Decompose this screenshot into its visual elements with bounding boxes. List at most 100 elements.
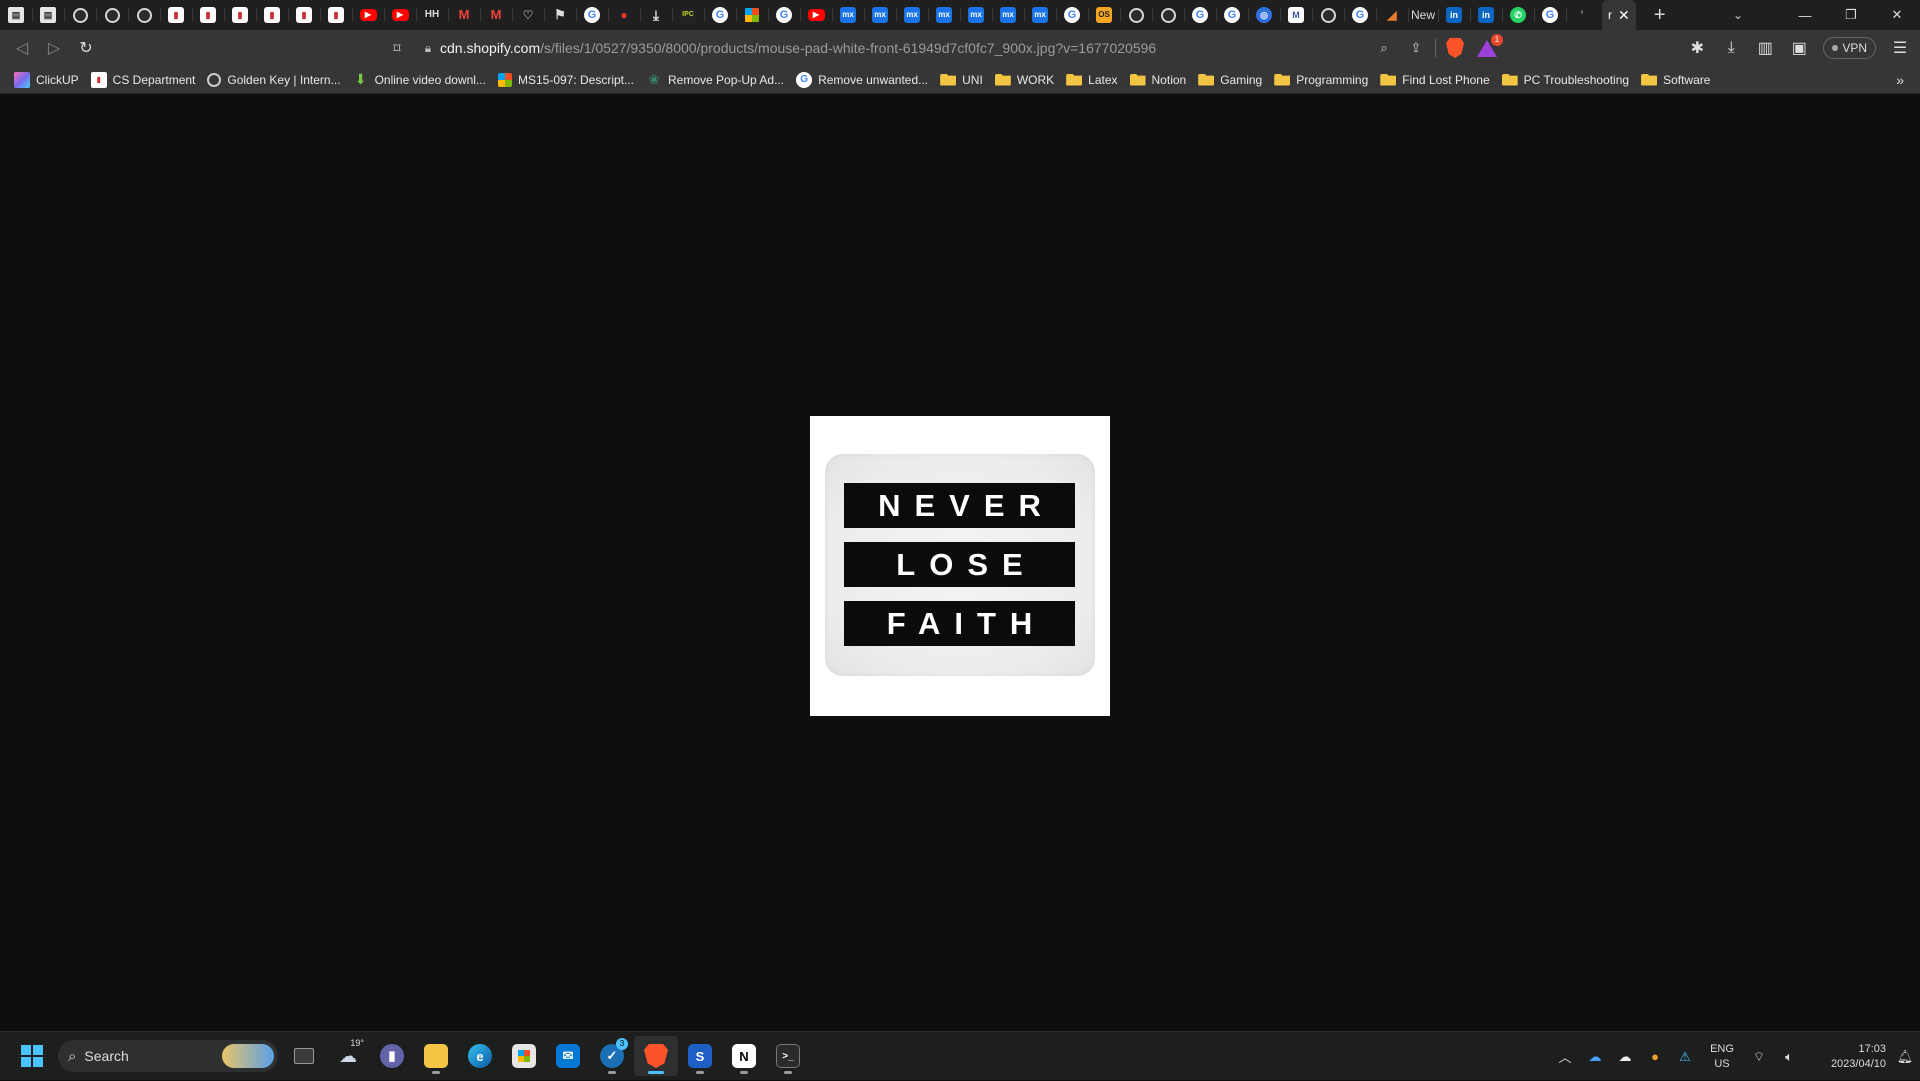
browser-tab[interactable]: M — [1280, 0, 1312, 30]
browser-tab[interactable]: mx — [832, 0, 864, 30]
browser-tab[interactable]: G — [576, 0, 608, 30]
browser-tab[interactable] — [128, 0, 160, 30]
bookmark-item[interactable]: G Remove unwanted... — [794, 68, 936, 92]
bookmark-item[interactable]: MS15-097: Descript... — [496, 68, 642, 92]
browser-tab[interactable] — [96, 0, 128, 30]
browser-tab[interactable]: IPC — [672, 0, 704, 30]
browser-tab[interactable]: in — [1438, 0, 1470, 30]
browser-tab[interactable]: mx — [928, 0, 960, 30]
file-explorer-button[interactable] — [414, 1036, 458, 1076]
close-tab-icon[interactable]: ✕ — [1618, 7, 1630, 24]
browser-tab[interactable]: ▤ — [32, 0, 64, 30]
browser-tab[interactable]: mx — [896, 0, 928, 30]
bookmark-item[interactable]: Golden Key | Intern... — [205, 68, 348, 92]
zoom-icon[interactable]: ⌕ — [1371, 35, 1397, 61]
store-button[interactable] — [502, 1036, 546, 1076]
wifi-icon[interactable]: ⌔ — [1744, 1037, 1774, 1077]
browser-tab[interactable]: ⚑ — [544, 0, 576, 30]
show-hidden-icons-chevron-icon[interactable]: ︿ — [1550, 1037, 1580, 1077]
back-button[interactable]: ◁ — [6, 32, 38, 64]
bookmark-item[interactable]: PC Troubleshooting — [1500, 68, 1637, 92]
volume-icon[interactable]: 🔈︎ — [1774, 1037, 1804, 1077]
taskbar-search[interactable]: ⌕ Search — [58, 1040, 278, 1072]
bookmark-item[interactable]: Find Lost Phone — [1378, 68, 1497, 92]
minimize-button[interactable]: — — [1782, 0, 1828, 30]
active-tab[interactable]: r ✕ — [1602, 0, 1636, 30]
browser-tab[interactable]: ♡ — [512, 0, 544, 30]
forward-button[interactable]: ▷ — [38, 32, 70, 64]
downloads-icon[interactable]: ⤓ — [1715, 32, 1747, 64]
bookmark-item[interactable]: Latex — [1064, 68, 1125, 92]
bookmark-item[interactable]: WORK — [993, 68, 1062, 92]
close-window-button[interactable]: ✕ — [1874, 0, 1920, 30]
browser-tab[interactable]: HH — [416, 0, 448, 30]
extensions-icon[interactable]: ✱ — [1681, 32, 1713, 64]
bookmark-item[interactable]: Programming — [1272, 68, 1376, 92]
sidebar-toggle-icon[interactable]: ▥ — [1749, 32, 1781, 64]
brave-rewards-icon[interactable]: 1 — [1474, 34, 1503, 61]
brave-button[interactable] — [634, 1036, 678, 1076]
more-bookmarks-chevron-icon[interactable]: » — [1896, 66, 1904, 94]
edge-button[interactable]: e — [458, 1036, 502, 1076]
bookmark-item[interactable]: Gaming — [1196, 68, 1270, 92]
browser-tab[interactable]: ◎ — [1248, 0, 1280, 30]
browser-tab[interactable]: OS — [1088, 0, 1120, 30]
windows-update-warning-icon[interactable]: ⚠ — [1670, 1037, 1700, 1077]
bookmark-item[interactable]: Notion — [1128, 68, 1195, 92]
bookmark-item[interactable]: ⬇ Online video downl... — [351, 68, 494, 92]
browser-tab[interactable]: ✆ — [1502, 0, 1534, 30]
bookmark-item[interactable]: ClickUP — [12, 68, 87, 92]
browser-tab[interactable]: in — [1470, 0, 1502, 30]
bookmark-page-icon[interactable]: ⌑ — [383, 32, 411, 64]
browser-tab[interactable] — [64, 0, 96, 30]
browser-tab[interactable]: ▮ — [256, 0, 288, 30]
browser-tab[interactable]: ▮ — [192, 0, 224, 30]
share-icon[interactable]: ⇪ — [1403, 35, 1429, 61]
address-bar[interactable]: 🔒︎ cdn.shopify.com/s/files/1/0527/9350/8… — [416, 34, 1504, 62]
browser-tab[interactable]: ▮ — [320, 0, 352, 30]
browser-tab[interactable]: ◢ — [1376, 0, 1408, 30]
reload-button[interactable]: ↻ — [70, 32, 102, 64]
browser-tab[interactable] — [1152, 0, 1184, 30]
browser-tab[interactable]: G — [1056, 0, 1088, 30]
url-text[interactable]: cdn.shopify.com/s/files/1/0527/9350/8000… — [440, 40, 1156, 56]
browser-tab[interactable] — [1120, 0, 1152, 30]
vpn-button[interactable]: VPN — [1823, 37, 1876, 59]
browser-tab[interactable]: ' — [1566, 0, 1598, 30]
weather-widget[interactable]: ☁ 19° — [326, 1036, 370, 1076]
teams-chat-button[interactable]: ▮ — [370, 1036, 414, 1076]
new-tab-button[interactable]: + — [1644, 4, 1676, 27]
browser-tab[interactable]: mx — [960, 0, 992, 30]
bookmark-item[interactable]: UNI — [938, 68, 991, 92]
input-language[interactable]: ENG US — [1700, 1042, 1744, 1072]
wallet-icon[interactable]: ▣ — [1783, 32, 1815, 64]
browser-tab[interactable]: G — [704, 0, 736, 30]
browser-tab[interactable]: ▮ — [160, 0, 192, 30]
browser-tab[interactable]: ▶ — [800, 0, 832, 30]
browser-tab[interactable]: ▮ — [224, 0, 256, 30]
browser-tab[interactable]: M — [448, 0, 480, 30]
browser-tab[interactable]: G — [1534, 0, 1566, 30]
browser-tab[interactable]: ▶ — [384, 0, 416, 30]
mail-button[interactable]: ✉ — [546, 1036, 590, 1076]
task-view-button[interactable] — [282, 1036, 326, 1076]
browser-tab[interactable]: ▮ — [288, 0, 320, 30]
browser-tab[interactable]: ● — [608, 0, 640, 30]
brave-shields-icon[interactable] — [1442, 35, 1468, 61]
notification-bell-icon[interactable]: 🔔︎ — [1890, 1049, 1920, 1065]
browser-tab[interactable] — [1312, 0, 1344, 30]
start-button[interactable] — [10, 1036, 54, 1076]
browser-tab[interactable]: mx — [1024, 0, 1056, 30]
browser-tab[interactable]: G — [1184, 0, 1216, 30]
tab-search-chevron-icon[interactable]: ⌄ — [1718, 0, 1758, 30]
cloud-icon[interactable]: ☁ — [1610, 1037, 1640, 1077]
bookmark-item[interactable]: ❀ Remove Pop-Up Ad... — [644, 68, 792, 92]
onedrive-cloud-icon[interactable]: ☁ — [1580, 1037, 1610, 1077]
browser-tab[interactable]: M — [480, 0, 512, 30]
browser-tab[interactable]: mx — [864, 0, 896, 30]
restore-button[interactable]: ❐ — [1828, 0, 1874, 30]
mousepad-product-image[interactable]: NEVER LOSE FAITH — [810, 416, 1110, 716]
bookmark-item[interactable]: Software — [1639, 68, 1718, 92]
menu-icon[interactable]: ☰ — [1884, 32, 1916, 64]
clock[interactable]: 17:03 2023/04/10 — [1804, 1042, 1890, 1072]
